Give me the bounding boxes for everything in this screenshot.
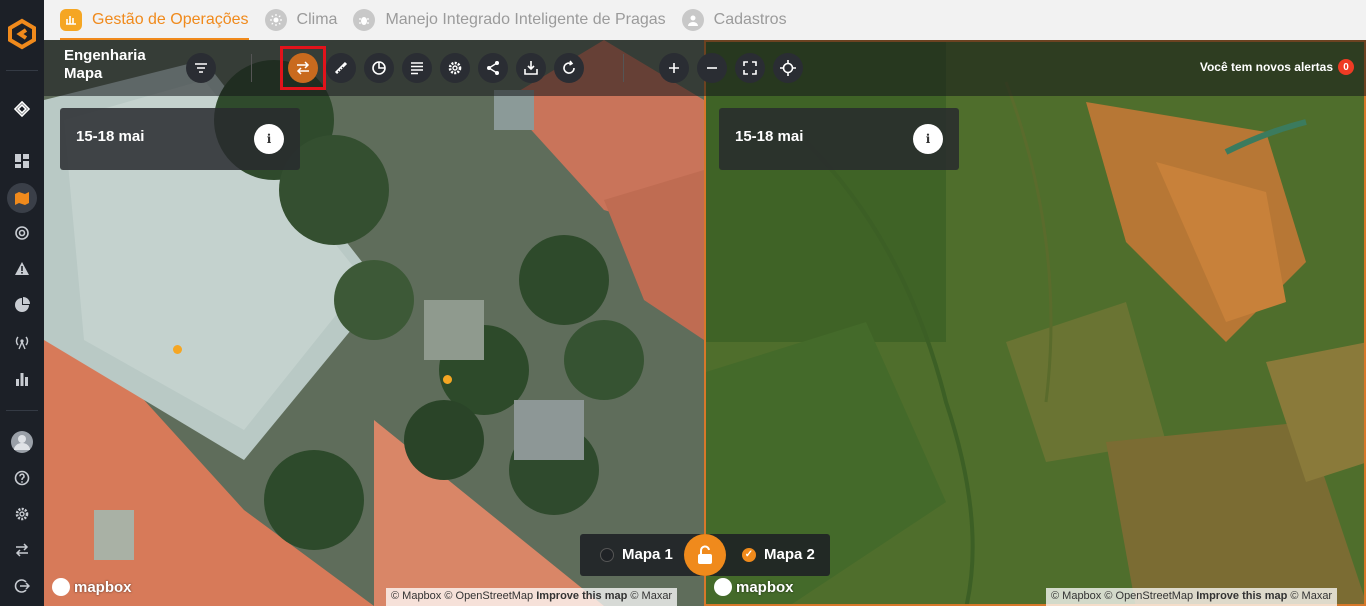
maxar-link[interactable]: © Maxar	[1290, 590, 1332, 602]
list-icon	[411, 62, 423, 75]
history-button[interactable]	[364, 53, 394, 83]
alerts-text: Você tem novos alertas	[1199, 60, 1333, 74]
mapbox-logo[interactable]: mapbox	[714, 578, 794, 596]
tab-cadastros[interactable]: Cadastros	[681, 0, 787, 40]
tab-label: Cadastros	[713, 11, 787, 28]
user-icon	[681, 9, 704, 31]
map-1-date-card: 15-18 mai i	[60, 108, 300, 170]
info-button[interactable]: i	[254, 124, 284, 154]
refresh-icon	[563, 60, 575, 74]
map-marker[interactable]	[443, 375, 452, 384]
alerts-notice[interactable]: Você tem novos alertas 0	[1200, 59, 1354, 75]
crosshair-icon	[780, 60, 796, 76]
app-root: Gestão de Operações Clima Manejo Integra…	[0, 0, 1366, 606]
dashboard-icon[interactable]	[7, 146, 37, 176]
map-1-radio[interactable]	[600, 547, 614, 562]
map-icon[interactable]	[7, 183, 37, 213]
map-2-radio-checked[interactable]: ✓	[742, 547, 756, 562]
map-1-attribution: © Mapbox © OpenStreetMap Improve this ma…	[386, 588, 678, 606]
brand-logo-icon[interactable]	[6, 18, 38, 50]
mapbox-icon	[52, 578, 70, 596]
antenna-icon[interactable]	[7, 327, 37, 357]
tab-clima[interactable]: Clima	[264, 0, 338, 40]
bug-icon	[353, 9, 376, 31]
module-switch-icon[interactable]	[7, 94, 37, 124]
warning-icon[interactable]	[7, 254, 37, 284]
mapbox-logo[interactable]: mapbox	[52, 578, 132, 596]
toolbar-divider	[623, 54, 624, 82]
improve-map-link[interactable]: Improve this map	[1196, 590, 1287, 602]
map-1-date: 15-18 mai	[76, 128, 145, 145]
gear-icon	[448, 61, 462, 75]
fingerprint-icon[interactable]	[7, 218, 37, 248]
sun-icon	[264, 9, 287, 31]
logout-icon[interactable]	[7, 571, 37, 601]
left-rail	[0, 0, 44, 606]
map-2-date: 15-18 mai	[735, 128, 804, 145]
refresh-button[interactable]	[554, 53, 584, 83]
bar-chart-icon[interactable]	[7, 364, 37, 394]
project-name: Engenharia Mapa	[64, 47, 146, 83]
rail-divider	[6, 70, 38, 71]
pie-chart-icon[interactable]	[7, 290, 37, 320]
tab-label: Clima	[296, 11, 338, 28]
map-1-option[interactable]: Mapa 1	[600, 546, 673, 563]
mapbox-icon	[714, 578, 732, 596]
minus-icon	[707, 67, 717, 69]
map-2-label: Mapa 2	[764, 546, 815, 563]
fullscreen-button[interactable]	[735, 53, 765, 83]
tab-label: Gestão de Operações	[92, 11, 249, 28]
map-marker[interactable]	[173, 345, 182, 354]
operations-icon	[60, 9, 82, 31]
swap-icon[interactable]	[7, 535, 37, 565]
top-nav: Gestão de Operações Clima Manejo Integra…	[44, 0, 1366, 40]
pie-chart-icon	[372, 61, 386, 75]
alerts-count-badge: 0	[1338, 59, 1354, 75]
maxar-link[interactable]: © Maxar	[630, 590, 672, 602]
attribution-text[interactable]: © Mapbox © OpenStreetMap	[1051, 590, 1193, 602]
share-button[interactable]	[478, 53, 508, 83]
download-button[interactable]	[516, 53, 546, 83]
zoom-in-button[interactable]	[659, 53, 689, 83]
project-name-line1: Engenharia	[64, 47, 146, 64]
ruler-icon	[334, 61, 348, 75]
share-icon	[487, 61, 499, 75]
plus-icon	[669, 63, 679, 73]
map-2-attribution: © Mapbox © OpenStreetMap Improve this ma…	[1046, 588, 1338, 606]
filter-icon	[195, 63, 207, 73]
locate-button[interactable]	[773, 53, 803, 83]
improve-map-link[interactable]: Improve this map	[536, 590, 627, 602]
highlight-box	[280, 46, 326, 90]
map-settings-button[interactable]	[440, 53, 470, 83]
tab-label: Manejo Integrado Inteligente de Pragas	[385, 11, 666, 28]
zoom-out-button[interactable]	[697, 53, 727, 83]
download-icon	[524, 61, 538, 75]
mapbox-logo-text: mapbox	[736, 578, 794, 596]
info-button[interactable]: i	[913, 124, 943, 154]
map-1-label: Mapa 1	[622, 546, 673, 563]
sync-lock-button[interactable]	[684, 534, 726, 576]
help-icon[interactable]	[7, 463, 37, 493]
tab-gestao-operacoes[interactable]: Gestão de Operações	[60, 0, 249, 40]
toolbar-divider	[251, 54, 252, 82]
legend-button[interactable]	[402, 53, 432, 83]
project-name-line2: Mapa	[64, 65, 103, 82]
fullscreen-icon	[743, 61, 757, 75]
measure-button[interactable]	[326, 53, 356, 83]
unlock-icon	[698, 545, 712, 564]
avatar[interactable]	[7, 427, 37, 457]
map-2-option[interactable]: ✓ Mapa 2	[742, 546, 815, 563]
rail-divider	[6, 410, 38, 411]
mapbox-logo-text: mapbox	[74, 578, 132, 596]
map-2-date-card: 15-18 mai i	[719, 108, 959, 170]
settings-icon[interactable]	[7, 499, 37, 529]
filter-button[interactable]	[186, 53, 216, 83]
attribution-text[interactable]: © Mapbox © OpenStreetMap	[391, 590, 533, 602]
tab-manejo-pragas[interactable]: Manejo Integrado Inteligente de Pragas	[353, 0, 666, 40]
